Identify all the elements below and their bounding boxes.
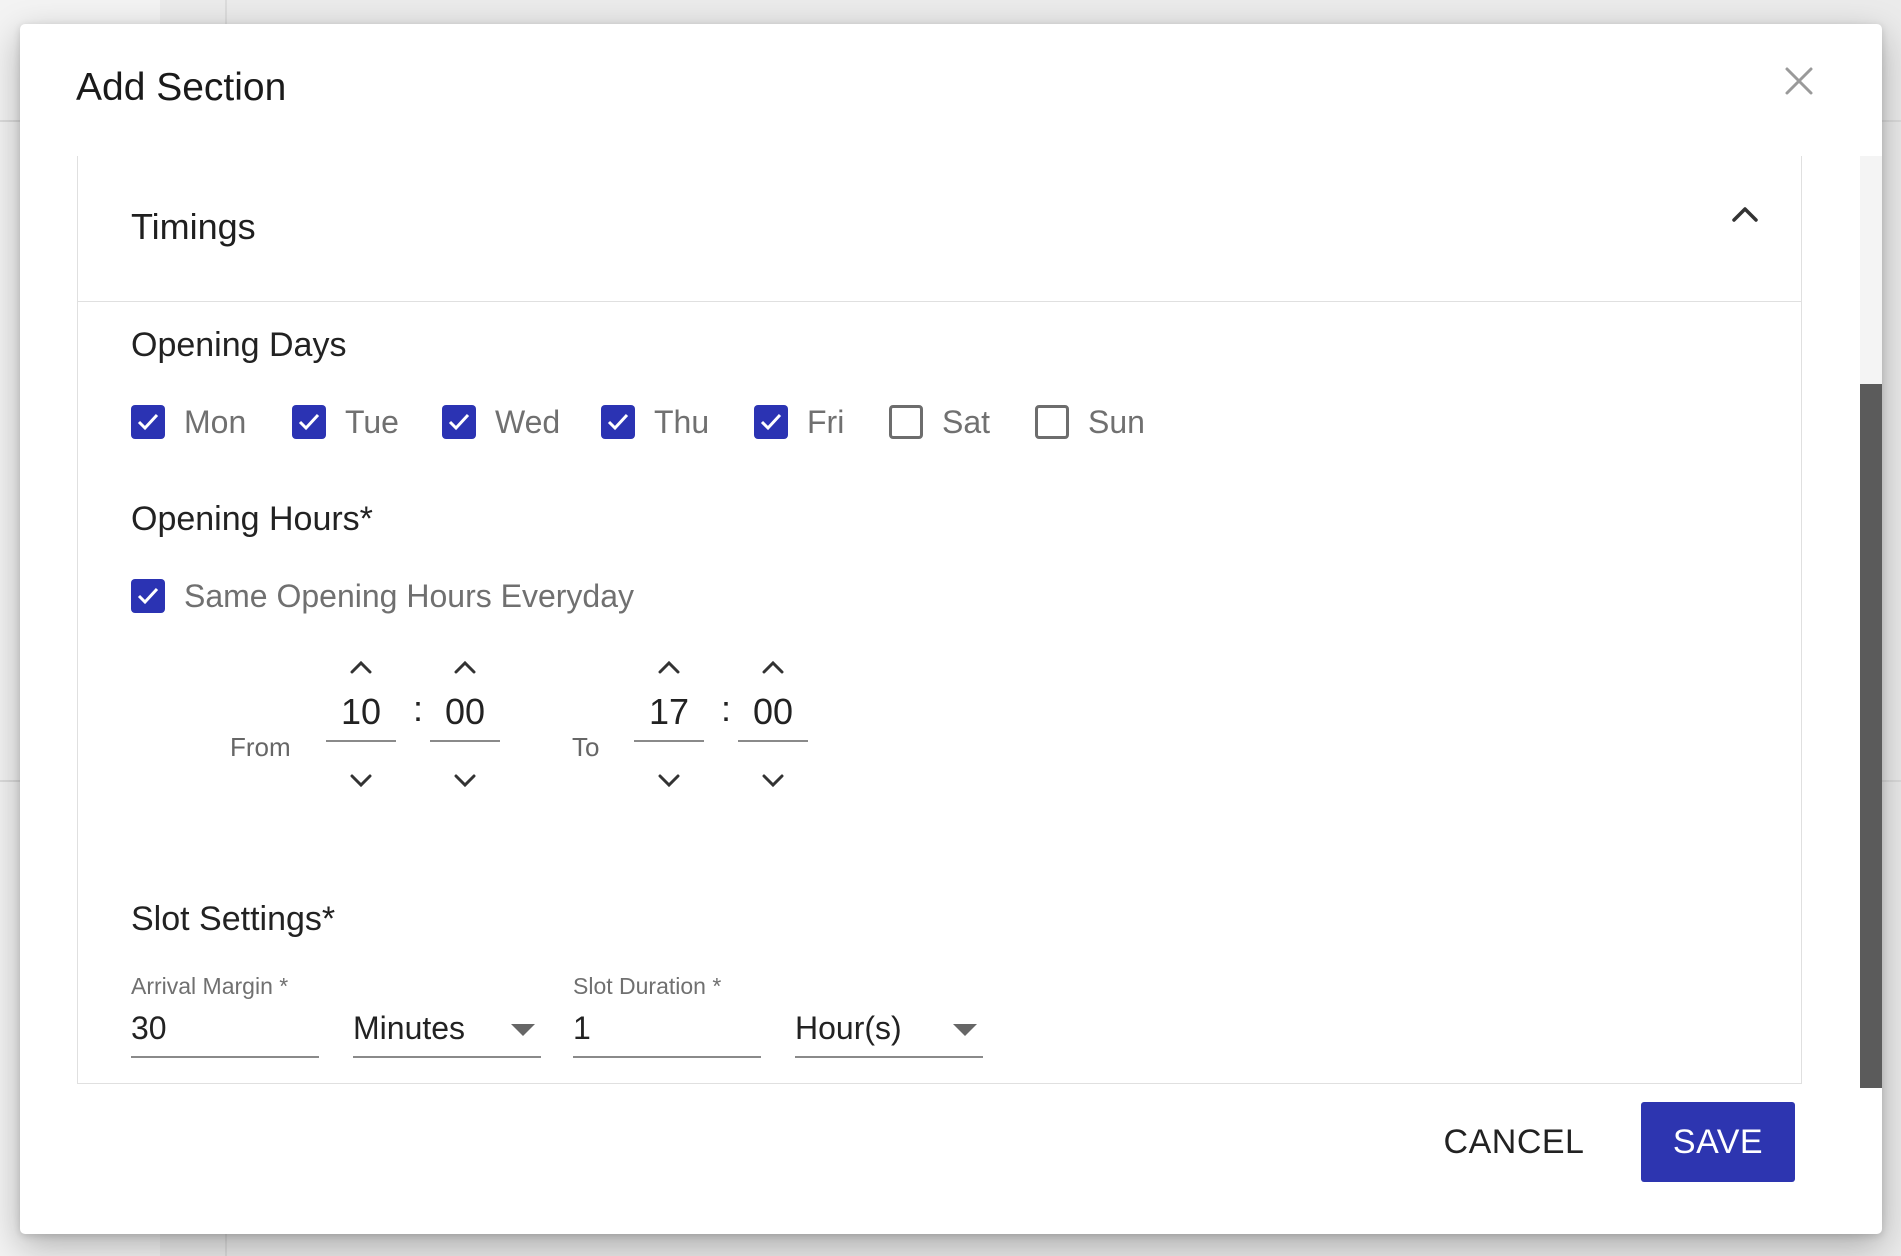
chevron-up-icon: [454, 660, 476, 674]
day-label: Mon: [184, 403, 247, 440]
chevron-up-icon: [350, 660, 372, 674]
checkbox[interactable]: [754, 405, 788, 439]
checkbox[interactable]: [292, 405, 326, 439]
section-title: Timings: [131, 206, 256, 247]
chevron-down-icon: [762, 774, 784, 788]
day-label: Tue: [345, 403, 399, 440]
check-icon: [607, 413, 629, 431]
slot-settings-heading: Slot Settings*: [131, 900, 336, 938]
checkbox[interactable]: [131, 405, 165, 439]
timings-section: Timings Opening Days Mon Tue Wed Thu Fri…: [77, 156, 1802, 1084]
check-icon: [448, 413, 470, 431]
opening-days-heading: Opening Days: [131, 326, 347, 364]
scrollbar-thumb[interactable]: [1860, 384, 1882, 1088]
time-separator: :: [721, 688, 732, 729]
arrival-margin-unit-select[interactable]: Minutes: [353, 1002, 541, 1058]
day-label: Thu: [654, 403, 710, 440]
day-checkbox-tue[interactable]: Tue: [292, 400, 399, 444]
add-section-dialog: Add Section Timings Opening Days Mon Tue…: [20, 24, 1882, 1234]
chevron-down-icon: [454, 774, 476, 788]
time-separator: :: [413, 688, 424, 729]
checkbox[interactable]: [889, 405, 923, 439]
to-label: To: [572, 732, 600, 762]
dropdown-arrow-icon: [953, 1024, 977, 1036]
dialog-content[interactable]: Timings Opening Days Mon Tue Wed Thu Fri…: [20, 156, 1882, 1088]
close-icon: [1785, 67, 1813, 95]
chevron-up-icon: [1732, 207, 1758, 222]
from-hour-field[interactable]: 10: [326, 686, 396, 742]
same-hours-label: Same Opening Hours Everyday: [184, 577, 634, 614]
arrival-margin-unit-value: Minutes: [353, 1010, 466, 1046]
from-label: From: [230, 732, 291, 762]
day-checkbox-mon[interactable]: Mon: [131, 400, 246, 444]
checkbox[interactable]: [601, 405, 635, 439]
day-label: Fri: [807, 403, 845, 440]
from-minute-decrement[interactable]: [445, 764, 485, 798]
day-checkbox-wed[interactable]: Wed: [442, 400, 560, 444]
from-minute-field[interactable]: 00: [430, 686, 500, 742]
chevron-down-icon: [350, 774, 372, 788]
from-hour-decrement[interactable]: [341, 764, 381, 798]
from-hour-increment[interactable]: [341, 650, 381, 684]
close-button[interactable]: [1772, 54, 1826, 108]
check-icon: [298, 413, 320, 431]
day-checkbox-sun[interactable]: Sun: [1035, 400, 1145, 444]
to-hour-decrement[interactable]: [649, 764, 689, 798]
day-checkbox-sat[interactable]: Sat: [889, 400, 990, 444]
check-icon: [137, 413, 159, 431]
slot-duration-unit-value: Hour(s): [795, 1010, 902, 1046]
save-button[interactable]: SAVE: [1641, 1102, 1795, 1182]
to-minute-increment[interactable]: [753, 650, 793, 684]
slot-duration-input[interactable]: 1: [573, 1002, 761, 1058]
arrival-margin-value: 30: [131, 1010, 167, 1046]
from-minute-increment[interactable]: [445, 650, 485, 684]
dropdown-arrow-icon: [511, 1024, 535, 1036]
cancel-button[interactable]: CANCEL: [1418, 1102, 1610, 1182]
checkbox[interactable]: [442, 405, 476, 439]
chevron-up-icon: [658, 660, 680, 674]
to-minute-decrement[interactable]: [753, 764, 793, 798]
to-hour-increment[interactable]: [649, 650, 689, 684]
chevron-down-icon: [658, 774, 680, 788]
arrival-margin-input[interactable]: 30: [131, 1002, 319, 1058]
to-hour-field[interactable]: 17: [634, 686, 704, 742]
check-icon: [137, 587, 159, 605]
checkbox[interactable]: [131, 579, 165, 613]
checkbox[interactable]: [1035, 405, 1069, 439]
slot-duration-unit-select[interactable]: Hour(s): [795, 1002, 983, 1058]
slot-duration-value: 1: [573, 1010, 591, 1046]
dialog-title: Add Section: [76, 66, 287, 109]
opening-hours-heading: Opening Hours*: [131, 500, 373, 538]
day-checkbox-thu[interactable]: Thu: [601, 400, 709, 444]
same-hours-checkbox[interactable]: Same Opening Hours Everyday: [131, 574, 634, 618]
check-icon: [760, 413, 782, 431]
day-label: Sat: [942, 403, 991, 440]
day-checkbox-fri[interactable]: Fri: [754, 400, 844, 444]
day-label: Sun: [1088, 403, 1145, 440]
slot-duration-label: Slot Duration *: [573, 973, 722, 999]
arrival-margin-label: Arrival Margin *: [131, 973, 289, 999]
collapse-button[interactable]: [1723, 192, 1767, 236]
day-label: Wed: [495, 403, 561, 440]
to-minute-field[interactable]: 00: [738, 686, 808, 742]
timings-section-header[interactable]: Timings: [78, 156, 1801, 302]
chevron-up-icon: [762, 660, 784, 674]
